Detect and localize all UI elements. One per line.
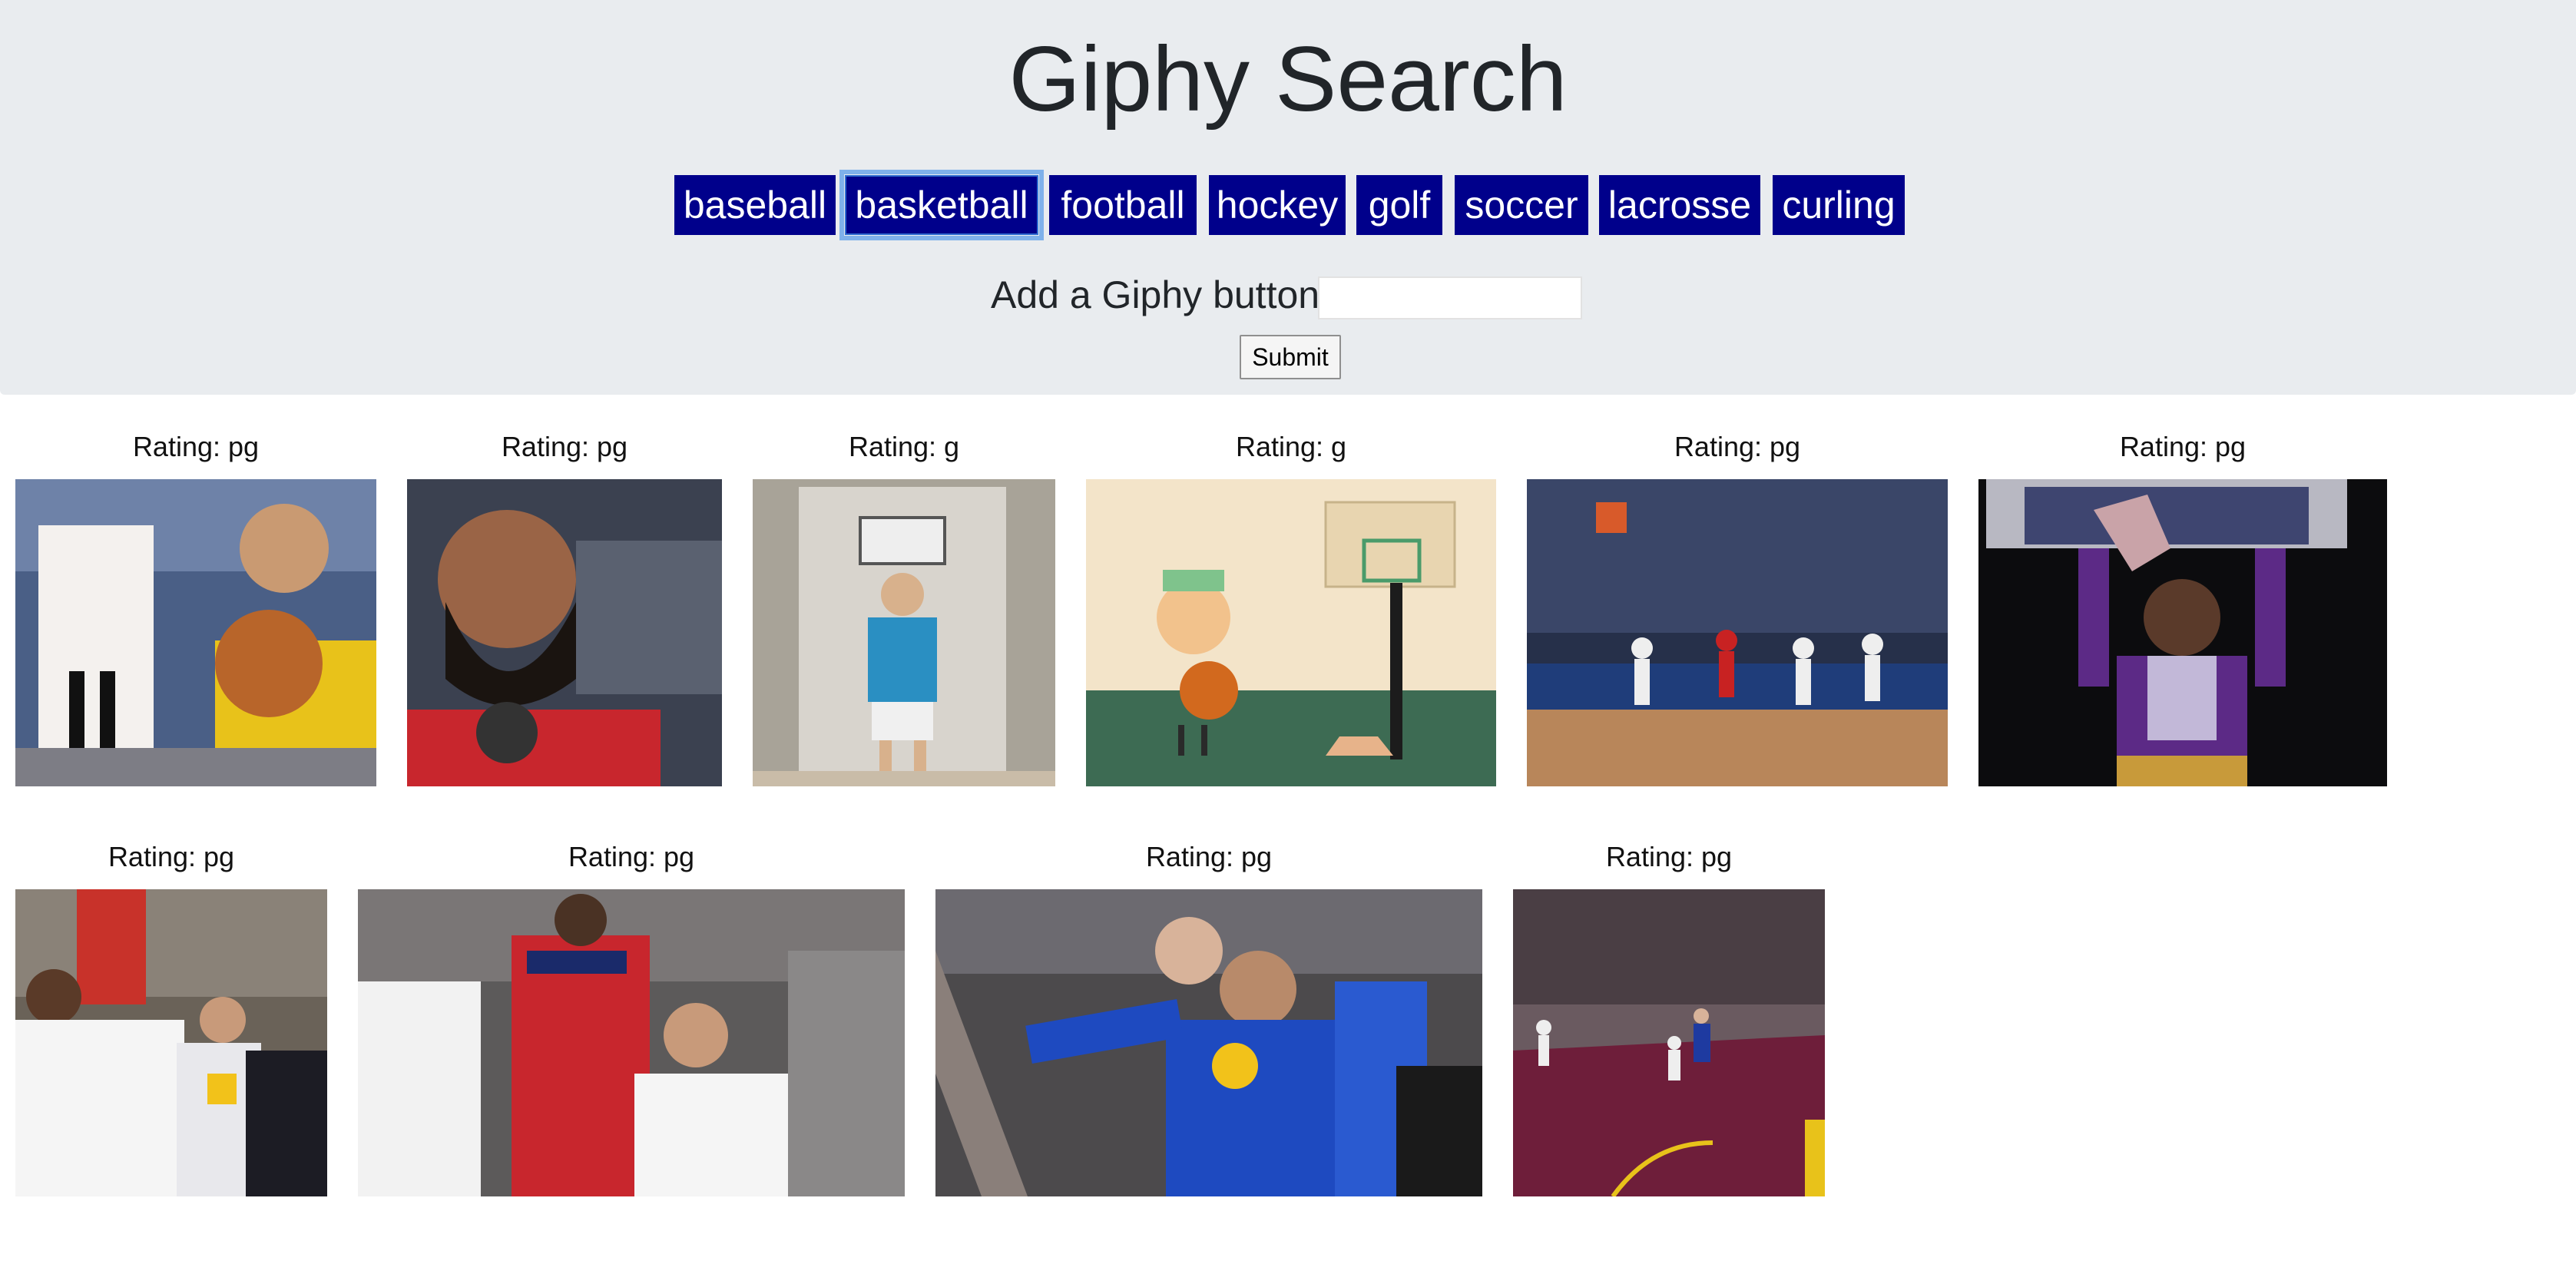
gif-rating: Rating: g bbox=[1235, 431, 1347, 462]
gif-card: Rating: pg bbox=[1527, 430, 1948, 791]
gif-image[interactable] bbox=[407, 479, 722, 786]
gif-image[interactable] bbox=[753, 479, 1055, 786]
gif-rating: Rating: pg bbox=[1605, 841, 1733, 872]
gif-card: Rating: pg bbox=[15, 840, 327, 1201]
topic-button-football[interactable]: football bbox=[1049, 175, 1197, 235]
page-title: Giphy Search bbox=[1008, 28, 1568, 131]
gif-rating: Rating: pg bbox=[1674, 431, 1801, 462]
add-button-label: Add a Giphy button: bbox=[991, 273, 1330, 316]
gif-rating: Rating: pg bbox=[568, 841, 695, 872]
gif-image[interactable] bbox=[1978, 479, 2387, 786]
gif-rating: Rating: pg bbox=[132, 431, 260, 462]
gif-image[interactable] bbox=[15, 889, 327, 1196]
gif-rating: Rating: pg bbox=[1145, 841, 1273, 872]
gif-card: Rating: pg bbox=[15, 430, 376, 791]
new-topic-input[interactable] bbox=[1318, 276, 1582, 319]
gif-rating: Rating: pg bbox=[501, 431, 628, 462]
gif-image[interactable] bbox=[1527, 479, 1948, 786]
gif-card: Rating: g bbox=[1086, 430, 1496, 791]
gif-image[interactable] bbox=[15, 479, 376, 786]
gif-image[interactable] bbox=[1513, 889, 1825, 1196]
gif-card: Rating: pg bbox=[407, 430, 722, 791]
topic-button-lacrosse[interactable]: lacrosse bbox=[1599, 175, 1760, 235]
topic-button-golf[interactable]: golf bbox=[1356, 175, 1442, 235]
gif-rating: Rating: g bbox=[848, 431, 960, 462]
topic-button-basketball[interactable]: basketball bbox=[839, 170, 1044, 240]
topic-button-baseball[interactable]: baseball bbox=[674, 175, 836, 235]
gif-rating: Rating: pg bbox=[2119, 431, 2247, 462]
gif-card: Rating: pg bbox=[1978, 430, 2387, 791]
topic-button-row: baseball basketball football hockey golf… bbox=[0, 170, 2576, 240]
topic-button-curling[interactable]: curling bbox=[1773, 175, 1905, 235]
gif-image[interactable] bbox=[358, 889, 905, 1196]
gif-card: Rating: g bbox=[753, 430, 1055, 791]
jumbotron-header: Giphy Search baseball basketball footbal… bbox=[0, 0, 2576, 395]
gif-card: Rating: pg bbox=[358, 840, 905, 1201]
topic-button-hockey[interactable]: hockey bbox=[1209, 175, 1346, 235]
gif-image[interactable] bbox=[1086, 479, 1496, 786]
submit-button[interactable]: Submit bbox=[1240, 335, 1341, 379]
topic-button-soccer[interactable]: soccer bbox=[1455, 175, 1588, 235]
gif-card: Rating: pg bbox=[935, 840, 1482, 1201]
gif-rating: Rating: pg bbox=[108, 841, 235, 872]
gif-image[interactable] bbox=[935, 889, 1482, 1196]
gif-card: Rating: pg bbox=[1513, 840, 1825, 1201]
